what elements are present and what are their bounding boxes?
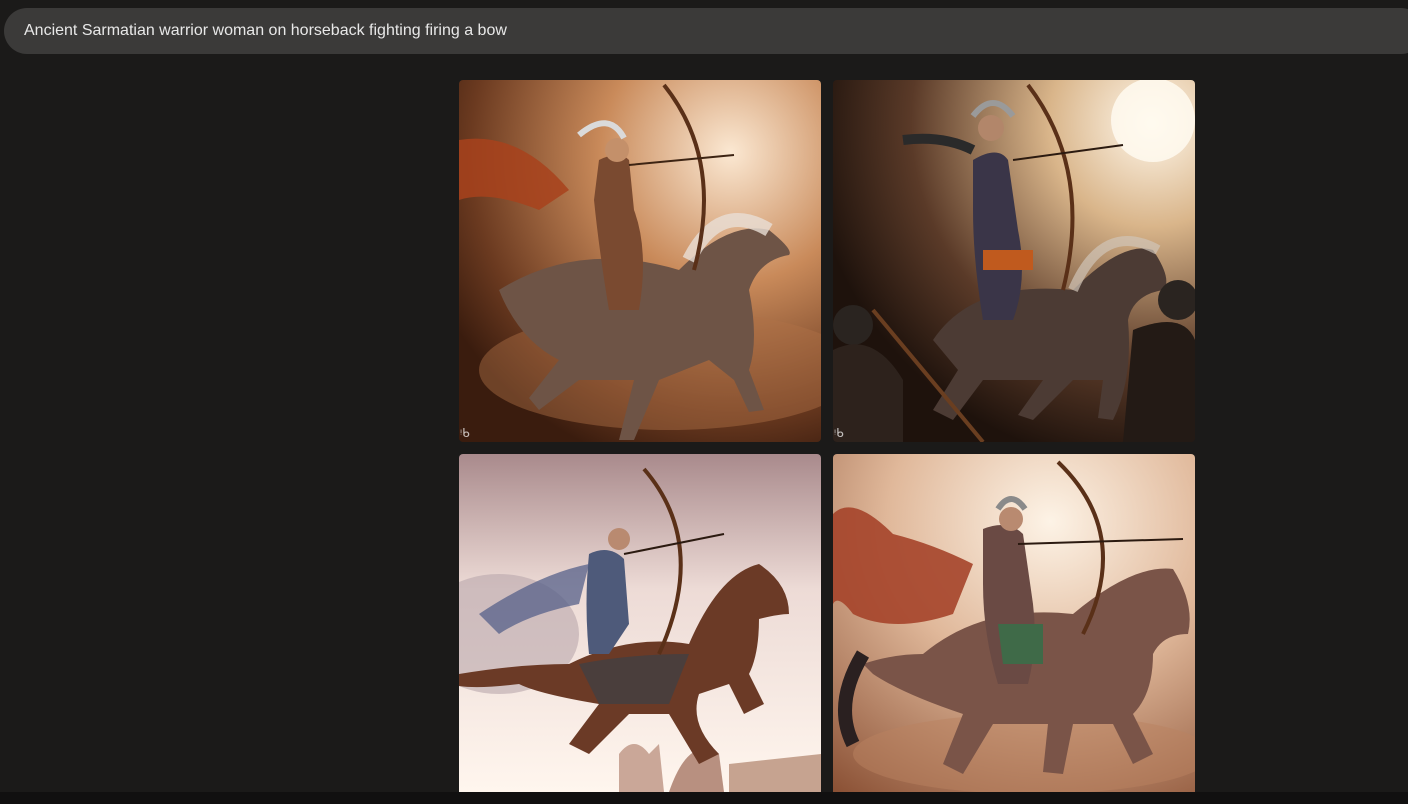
generated-image-3[interactable] bbox=[459, 454, 821, 792]
bing-watermark-icon: ᵎᑲ bbox=[460, 426, 470, 440]
bing-watermark-icon: ᵎᑲ bbox=[834, 426, 844, 440]
prompt-bar[interactable]: Ancient Sarmatian warrior woman on horse… bbox=[4, 8, 1408, 54]
warrior-horse-image bbox=[459, 80, 821, 442]
prompt-text: Ancient Sarmatian warrior woman on horse… bbox=[24, 22, 507, 39]
generated-image-1[interactable]: ᵎᑲ bbox=[459, 80, 821, 442]
generated-image-2[interactable]: ᵎᑲ bbox=[833, 80, 1195, 442]
bottom-bar bbox=[0, 792, 1408, 804]
warrior-horse-image bbox=[833, 454, 1195, 792]
warrior-horse-image bbox=[833, 80, 1195, 442]
warrior-horse-image bbox=[459, 454, 821, 792]
generated-image-4[interactable] bbox=[833, 454, 1195, 792]
